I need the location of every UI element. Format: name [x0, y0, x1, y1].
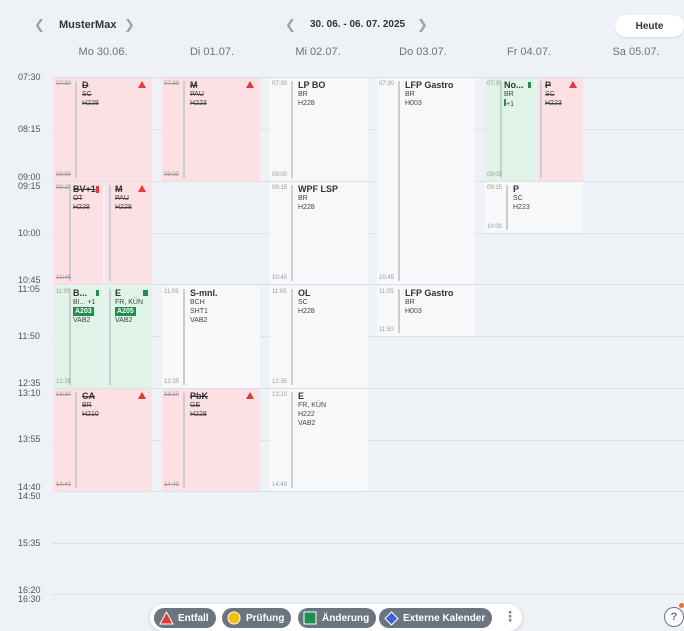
more-options-icon[interactable]: ⋮: [503, 608, 517, 625]
notification-dot: [679, 603, 684, 608]
time-label: 08:15: [18, 124, 41, 134]
time-label: 16:30: [18, 594, 41, 604]
grid-line: [52, 594, 684, 595]
lesson-card[interactable]: 11:05 B... BI... +1 A203 VAB2 12:35: [54, 286, 103, 388]
lesson-card[interactable]: P SC H223: [537, 78, 583, 181]
lesson-card[interactable]: 13:10 PbK GE H228 14:40: [162, 389, 260, 491]
cancel-triangle-icon: [569, 81, 577, 88]
change-marker-icon: [143, 290, 148, 296]
exam-circle-icon: [227, 611, 241, 625]
cancel-triangle-icon: [246, 81, 254, 88]
next-class-chevron-right-icon[interactable]: ❯: [124, 17, 135, 33]
grid-line: [52, 284, 684, 285]
lesson-card[interactable]: 11:05 LFP Gastro BR H003 11:50: [377, 286, 475, 336]
day-header-mon: Mo 30.06.: [78, 46, 128, 58]
time-label: 15:35: [18, 538, 41, 548]
lesson-card[interactable]: 11:05 OL SC H228 12:35: [270, 286, 368, 388]
change-marker-icon: [528, 82, 531, 88]
legend-cancel-chip[interactable]: Entfall: [154, 608, 216, 628]
day-header-tue: Di 01.07.: [189, 46, 235, 58]
class-selector[interactable]: MusterMax: [59, 19, 116, 31]
week-range[interactable]: 30. 06. - 06. 07. 2025: [310, 19, 405, 30]
grid-line: [52, 491, 684, 492]
time-label: 11:05: [18, 284, 40, 294]
cancel-marker-icon: [96, 186, 99, 193]
legend-external-chip[interactable]: Externe Kalender: [379, 608, 493, 628]
legend-bar: Entfall Prüfung Änderung Externe Kalende…: [150, 604, 522, 631]
time-label: 09:15: [18, 181, 41, 191]
lesson-card[interactable]: 13:10 CA BR H210 14:40: [54, 389, 152, 491]
time-label: 14:50: [18, 491, 41, 501]
time-label: 07:30: [18, 72, 41, 82]
day-header-sat: Sa 05.07.: [612, 46, 660, 58]
next-week-chevron-right-icon[interactable]: ❯: [417, 17, 428, 33]
prev-class-chevron-left-icon[interactable]: ❮: [34, 17, 45, 33]
time-label: 13:55: [18, 434, 41, 444]
lesson-card[interactable]: 09:15 BV+1 OT H228 10:45: [54, 182, 103, 284]
change-marker-icon: [96, 290, 99, 296]
time-label: 12:35: [18, 378, 41, 388]
lesson-card[interactable]: 07:30 D SC H228 09:00: [54, 78, 152, 181]
lesson-card[interactable]: 09:15 WPF LSP BR H228 10:45: [270, 182, 368, 284]
lesson-card[interactable]: M PAU H228: [105, 182, 152, 284]
lesson-card[interactable]: 07:30 LP BO BR H228 09:00: [270, 78, 368, 181]
help-icon[interactable]: ?: [664, 607, 684, 627]
today-button[interactable]: Heute: [615, 15, 684, 37]
time-label: 10:00: [18, 228, 41, 238]
cancel-triangle-icon: [138, 185, 146, 192]
day-header-fri: Fr 04.07.: [506, 46, 552, 58]
day-header-thu: Do 03.07.: [399, 46, 447, 58]
legend-exam-chip[interactable]: Prüfung: [222, 608, 292, 628]
lesson-card[interactable]: 07:30 No... BR +1 09:00: [485, 78, 535, 181]
time-label: 11:50: [18, 331, 40, 341]
lesson-card[interactable]: 09:15 P SC H223 10:00: [485, 182, 583, 233]
lesson-card[interactable]: E FR, KÜN A205 VAB2: [105, 286, 152, 388]
grid-line: [52, 543, 684, 544]
lesson-card[interactable]: 07:30 LFP Gastro BR H003 10:45: [377, 78, 475, 284]
cancel-triangle-icon: [246, 392, 254, 399]
lesson-card[interactable]: 07:30 M PAU H223 09:00: [162, 78, 260, 181]
lesson-card[interactable]: 11:05 S-mnl. BCH SHT1 VAB2 12:35: [162, 286, 260, 388]
cancel-triangle-icon: [138, 392, 146, 399]
external-diamond-icon: [384, 611, 399, 626]
time-label: 13:10: [18, 388, 41, 398]
cancel-triangle-icon: [138, 81, 146, 88]
change-square-icon: [303, 611, 317, 625]
cancel-triangle-icon: [159, 611, 174, 625]
prev-week-chevron-left-icon[interactable]: ❮: [285, 17, 296, 33]
legend-change-chip[interactable]: Änderung: [298, 608, 377, 628]
day-header-wed: Mi 02.07.: [295, 46, 341, 58]
lesson-card[interactable]: 13:10 E FR, KÜN H222 VAB2 14:40: [270, 389, 368, 491]
timetable-toolbar: ❮ MusterMax ❯ ❮ 30. 06. - 06. 07. 2025 ❯…: [0, 0, 684, 70]
